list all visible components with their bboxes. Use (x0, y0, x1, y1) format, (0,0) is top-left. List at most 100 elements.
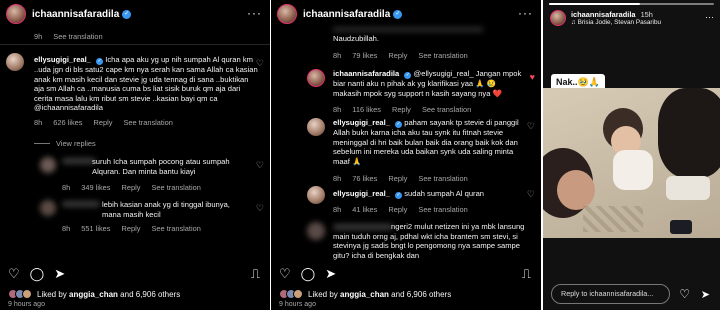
share-icon[interactable]: ➤ (325, 266, 336, 282)
post-footer: ♡ ◯ ➤ ⎍ Liked by anggia_chan and 6,906 o… (0, 262, 270, 310)
comment-icon[interactable]: ◯ (30, 266, 45, 282)
commenter-avatar[interactable] (307, 186, 325, 204)
music-icon: ♫ (571, 19, 576, 26)
reply-meta: 8h 349 likes Reply See translation (62, 183, 210, 192)
bookmark-icon[interactable]: ⎍ (522, 266, 531, 282)
view-replies-toggle[interactable]: View replies (34, 139, 105, 148)
reply-meta: 8h 551 likes Reply See translation (62, 224, 210, 233)
comment-likes[interactable]: 626 likes (53, 118, 82, 127)
dark-pillow (658, 88, 720, 178)
story-music-row[interactable]: ♫ Brisia Jodie, Stevan Pasaribu (571, 19, 661, 26)
replies-line (34, 143, 50, 144)
reply-likes[interactable]: 349 likes (81, 183, 110, 192)
heart-icon[interactable]: ♡ (279, 266, 291, 282)
verified-icon: ✓ (122, 9, 132, 19)
verified-icon: ✓ (395, 121, 403, 128)
post-age: 9 hours ago (279, 301, 316, 308)
baby-body (613, 150, 653, 190)
liked-by-user[interactable]: anggia_chan (69, 290, 118, 299)
comment-likes[interactable]: 116 likes (352, 105, 381, 114)
story-photo (543, 88, 720, 238)
liked-by[interactable]: Liked by anggia_chan and 6,906 others (279, 289, 451, 299)
comment-likes[interactable]: 76 likes (352, 174, 377, 183)
comment-likes[interactable]: 79 likes (352, 51, 377, 60)
verified-icon: ✓ (395, 192, 403, 199)
left-post-panel: ichaannisafaradila ✓ ··· 9h See translat… (0, 0, 270, 310)
reply-button[interactable]: Reply (388, 51, 407, 60)
comment-icon[interactable]: ◯ (301, 266, 316, 282)
share-icon[interactable]: ➤ (54, 266, 65, 282)
liker-avatar (22, 289, 32, 299)
story-username-row: ichaannisafaradila 15h (571, 10, 661, 19)
comment-text: sudah sumpah Al quran (404, 189, 485, 198)
commenter-avatar[interactable] (307, 118, 325, 136)
see-translation-link[interactable]: See translation (418, 51, 467, 60)
like-heart-icon[interactable]: ♡ (527, 121, 535, 132)
comment-username[interactable]: ellysugigi_real_ (333, 189, 390, 198)
liked-heart-icon[interactable]: ♥ (530, 72, 535, 82)
comment-username[interactable]: ichaannisafaradila (333, 69, 399, 78)
send-icon[interactable]: ➤ (701, 288, 710, 301)
person-face (557, 170, 595, 210)
comment-time: 8h (333, 51, 342, 60)
post-header: ichaannisafaradila ✓ ··· (271, 0, 541, 28)
story-reply-input[interactable]: Reply to ichaannisafaradila... (551, 284, 670, 304)
bookmark-icon[interactable]: ⎍ (251, 266, 260, 282)
profile-avatar[interactable] (6, 4, 26, 24)
commenter-avatar[interactable] (307, 69, 325, 87)
see-translation-link[interactable]: See translation (53, 32, 102, 41)
like-heart-icon[interactable]: ♡ (256, 160, 264, 171)
see-translation-link[interactable]: See translation (422, 105, 471, 114)
liked-by[interactable]: Liked by anggia_chan and 6,906 others (8, 289, 180, 299)
liked-by-prefix: Liked by (37, 289, 67, 299)
reply-text: suruh Icha sumpah pocong atau sumpah Alq… (92, 157, 230, 176)
commenter-avatar[interactable] (6, 53, 24, 71)
story-avatar[interactable] (550, 10, 566, 26)
comment-username[interactable]: ellysugigi_real_ (34, 55, 91, 64)
heart-icon[interactable]: ♡ (8, 266, 20, 282)
comment-text: ngeri2 mulut netizen ini ya mbk lansung … (333, 222, 525, 260)
reply-time: 8h (62, 183, 71, 192)
see-translation-link[interactable]: See translation (418, 205, 467, 214)
like-heart-icon[interactable]: ♡ (256, 203, 264, 214)
more-options-icon[interactable]: ··· (705, 12, 714, 22)
reply-button[interactable]: Reply (388, 205, 407, 214)
liked-by-suffix[interactable]: and 6,906 others (120, 290, 180, 299)
see-translation-link[interactable]: See translation (124, 118, 173, 127)
liked-by-user[interactable]: anggia_chan (340, 290, 389, 299)
reply-button[interactable]: Reply (94, 118, 113, 127)
like-heart-icon[interactable]: ♡ (256, 58, 264, 69)
more-options-icon[interactable]: ··· (247, 6, 262, 20)
see-translation-link[interactable]: See translation (418, 174, 467, 183)
liked-by-suffix[interactable]: and 6,906 others (391, 290, 451, 299)
see-translation-link[interactable]: See translation (152, 183, 201, 192)
see-translation-link[interactable]: See translation (152, 224, 201, 233)
reply-button[interactable]: Reply (122, 224, 141, 233)
story-username[interactable]: ichaannisafaradila (571, 10, 636, 19)
story-header: ichaannisafaradila 15h ♫ Brisia Jodie, S… (550, 10, 661, 26)
story-music[interactable]: Brisia Jodie, Stevan Pasaribu (578, 19, 661, 26)
reply-comment: ichaannisafaradila ✓ @ellysugigi_real_ J… (333, 69, 523, 98)
comment-username[interactable]: ellysugigi_real_ (333, 118, 390, 127)
header-username[interactable]: ichaannisafaradila (32, 9, 119, 20)
comment-time: 8h (333, 174, 342, 183)
profile-avatar[interactable] (277, 4, 297, 24)
reply-button[interactable]: Reply (388, 174, 407, 183)
phone-object (670, 220, 692, 234)
reply-button[interactable]: Reply (122, 183, 141, 192)
like-heart-icon[interactable]: ♡ (527, 189, 535, 200)
comment-likes[interactable]: 41 likes (352, 205, 377, 214)
reply-time: 8h (62, 224, 71, 233)
header-username[interactable]: ichaannisafaradila (303, 9, 390, 20)
blurred-avatar (40, 200, 56, 216)
story-time: 15h (640, 10, 653, 19)
more-options-icon[interactable]: ··· (518, 6, 533, 20)
story-panel: ichaannisafaradila 15h ♫ Brisia Jodie, S… (543, 0, 720, 310)
reply-comment: ellysugigi_real_ ✓ sudah sumpah Al quran (333, 189, 523, 199)
reply-button[interactable]: Reply (392, 105, 411, 114)
heart-icon[interactable]: ♡ (679, 287, 690, 301)
reply-likes[interactable]: 551 likes (81, 224, 110, 233)
comment-meta: 8h 41 likes Reply See translation (333, 205, 477, 214)
white-object (666, 176, 710, 200)
view-replies-label[interactable]: View replies (56, 139, 96, 148)
